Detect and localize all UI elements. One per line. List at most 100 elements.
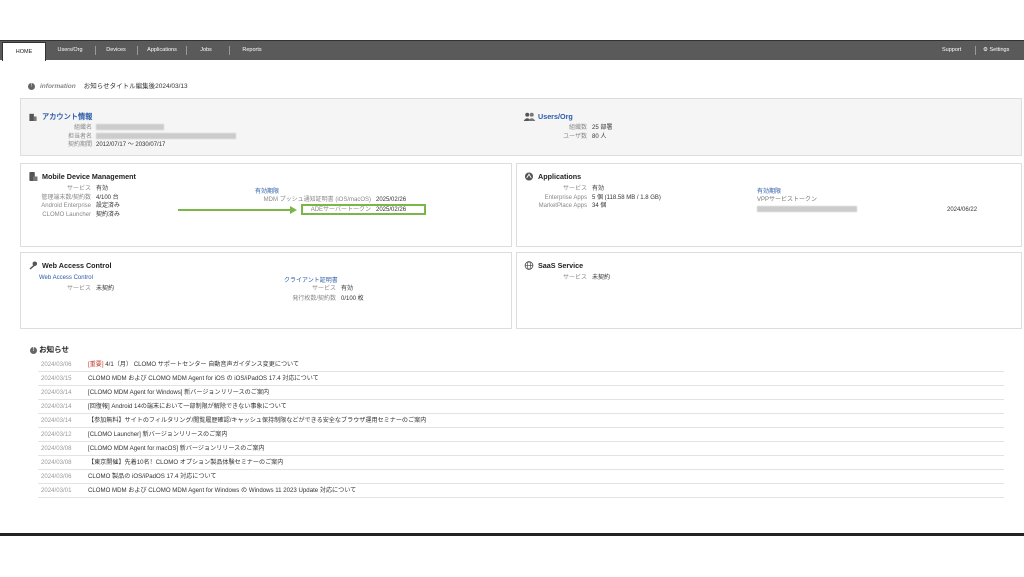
org-count-label: 組織数 (568, 125, 587, 131)
mdm-expiry-title[interactable]: 有効期限 (255, 186, 279, 195)
app-frame: HOME Users/Org Devices Applications Jobs… (0, 40, 1024, 534)
users-icon (523, 112, 536, 121)
news-text: 【参加無料】サイトのフィルタリング/閲覧履歴確認/キャッシュ保持制限などができる… (88, 417, 427, 424)
mdm-panel: Mobile Device Management サービス 管理端末数/契約数 … (20, 163, 512, 247)
account-label-period: 契約期間 (67, 142, 92, 148)
apps-icon (524, 172, 534, 181)
news-tag: [重要] (88, 361, 104, 368)
key-icon (29, 261, 38, 270)
news-header: ! お知らせ (30, 344, 69, 355)
info-icon: ! (28, 82, 35, 90)
news-text: CLOMO MDM および CLOMO MDM Agent for Window… (88, 487, 357, 494)
information-bar: ! information お知らせタイトル編集後2024/03/13 (28, 82, 188, 91)
saas-panel: SaaS Service サービス 未契約 (516, 252, 1022, 329)
news-text: [CLOMO MDM Agent for Windows] 新バージョンリリース… (88, 389, 270, 396)
news-date: 2024/03/14 (41, 417, 72, 424)
account-title[interactable]: アカウント情報 (42, 112, 92, 122)
news-item[interactable]: 2024/03/06 CLOMO 製品の iOS/iPadOS 17.4 対応につ… (38, 470, 1004, 484)
users-org-title[interactable]: Users/Org (538, 112, 573, 121)
news-item[interactable]: 2024/03/14 [回復報] Android 14の端末において一部制限が解除… (38, 400, 1004, 414)
account-label-manager: 担当者名 (67, 133, 92, 140)
tab-devices[interactable]: Devices (98, 41, 134, 60)
wac-link[interactable]: Web Access Control (39, 275, 93, 281)
news-text: [CLOMO MDM Agent for macOS] 新バージョンリリースのご… (88, 445, 265, 452)
tab-reports[interactable]: Reports (232, 41, 272, 60)
news-item[interactable]: 2024/03/12 [CLOMO Launcher] 新バージョンリリースのご案… (38, 428, 1004, 442)
apps-expiry-title[interactable]: 有効期限 (757, 186, 781, 195)
cert-issued-value: 0/100 枚 (341, 295, 364, 302)
saas-title: SaaS Service (538, 261, 584, 270)
news-text: [回復報] Android 14の端末において一部制限が解除できない事象について (88, 403, 287, 410)
ade-token-highlight-box (301, 204, 426, 215)
news-text: 4/1（月） CLOMO サポートセンター 自動音声ガイダンス変更について (105, 361, 300, 368)
settings-link[interactable]: ⚙ Settings (983, 41, 1009, 60)
globe-icon (524, 261, 534, 270)
wac-label-service: サービス (66, 286, 91, 292)
wac-service-value: 未契約 (96, 286, 115, 292)
news-date: 2024/03/12 (41, 431, 72, 438)
mdm-android-value: 設定済み (96, 203, 121, 209)
news-item[interactable]: 2024/03/08 [CLOMO MDM Agent for macOS] 新バ… (38, 442, 1004, 456)
wac-title: Web Access Control (42, 261, 112, 270)
nav-divider (186, 46, 187, 55)
nav-divider (95, 46, 96, 55)
mdm-label-service: サービス (66, 186, 91, 192)
applications-panel: Applications サービス Enterprise Apps Market… (516, 163, 1022, 247)
org-count: 25 部署 (592, 125, 613, 131)
user-count-label: ユーザ数 (563, 133, 587, 140)
mdm-devices-value: 4/100 台 (96, 194, 119, 201)
tab-applications[interactable]: Applications (140, 41, 184, 60)
cert-service-value: 有効 (341, 286, 354, 292)
news-item[interactable]: 2024/03/01 CLOMO MDM および CLOMO MDM Agent … (38, 484, 1004, 498)
mdm-service-value: 有効 (96, 186, 109, 192)
news-date: 2024/03/08 (41, 445, 72, 452)
news-item[interactable]: 2024/03/08 【東京開催】先着10名！CLOMO オプション製品体験セミナ… (38, 456, 1004, 470)
manager-name-redacted (96, 132, 236, 142)
mdm-launcher-value: 契約済み (96, 211, 121, 218)
org-name-redacted (96, 124, 164, 133)
account-period: 2012/07/17 〜 2030/07/17 (96, 142, 166, 148)
apps-marketplace-value: 34 個 (592, 203, 607, 209)
news-text: 【東京開催】先着10名！CLOMO オプション製品体験セミナーのご案内 (88, 459, 284, 466)
news-date: 2024/03/15 (41, 375, 72, 382)
user-count: 80 人 (592, 133, 607, 140)
account-label-org: 組織名 (73, 125, 92, 131)
support-link[interactable]: Support (942, 41, 961, 60)
news-date: 2024/03/14 (41, 403, 72, 410)
information-text[interactable]: お知らせタイトル編集後2024/03/13 (84, 83, 188, 90)
news-item[interactable]: 2024/03/14 [CLOMO MDM Agent for Windows] … (38, 386, 1004, 400)
apps-label-service: サービス (562, 186, 587, 192)
tab-home[interactable]: HOME (2, 42, 46, 61)
news-text: [CLOMO Launcher] 新バージョンリリースのご案内 (88, 431, 228, 438)
annotation-arrow (178, 206, 297, 214)
saas-label-service: サービス (562, 275, 587, 281)
nav-divider (229, 46, 230, 55)
bottom-border (0, 533, 1024, 536)
news-item[interactable]: 2024/03/15 CLOMO MDM および CLOMO MDM Agent … (38, 372, 1004, 386)
mdm-label-android: Android Enterprise (41, 203, 91, 209)
mdm-label-launcher: CLOMO Launcher (42, 211, 91, 218)
apps-enterprise-value: 5 個 (118.58 MB / 1.8 GB) (592, 194, 661, 201)
news-text: CLOMO MDM および CLOMO MDM Agent for iOS の … (88, 375, 319, 382)
information-title: information (40, 83, 76, 90)
apps-label-marketplace: MarketPlace Apps (538, 203, 587, 209)
tab-jobs[interactable]: Jobs (189, 41, 223, 60)
vpp-token-redacted (757, 206, 857, 215)
settings-label: Settings (989, 47, 1010, 53)
vpp-token-label: VPPサービストークン (757, 197, 818, 203)
wac-panel: Web Access Control Web Access Control サー… (20, 252, 512, 329)
tab-users-org[interactable]: Users/Org (48, 41, 92, 60)
news-date: 2024/03/06 (41, 473, 72, 480)
nav-divider (975, 46, 976, 55)
news-date: 2024/03/14 (41, 389, 72, 396)
cert-label-service: サービス (311, 286, 336, 292)
news-item[interactable]: 2024/03/14 【参加無料】サイトのフィルタリング/閲覧履歴確認/キャッシュ… (38, 414, 1004, 428)
top-nav: HOME Users/Org Devices Applications Jobs… (0, 40, 1024, 61)
news-item[interactable]: 2024/03/06 [重要] 4/1（月） CLOMO サポートセンター 自動音… (38, 358, 1004, 372)
device-icon (29, 172, 38, 181)
saas-service-value: 未契約 (592, 275, 611, 281)
apps-label-enterprise: Enterprise Apps (544, 194, 587, 201)
client-cert-title[interactable]: クライアント証明書 (284, 275, 338, 284)
vpp-token-date: 2024/06/22 (947, 207, 978, 213)
news-title: お知らせ (39, 345, 69, 354)
